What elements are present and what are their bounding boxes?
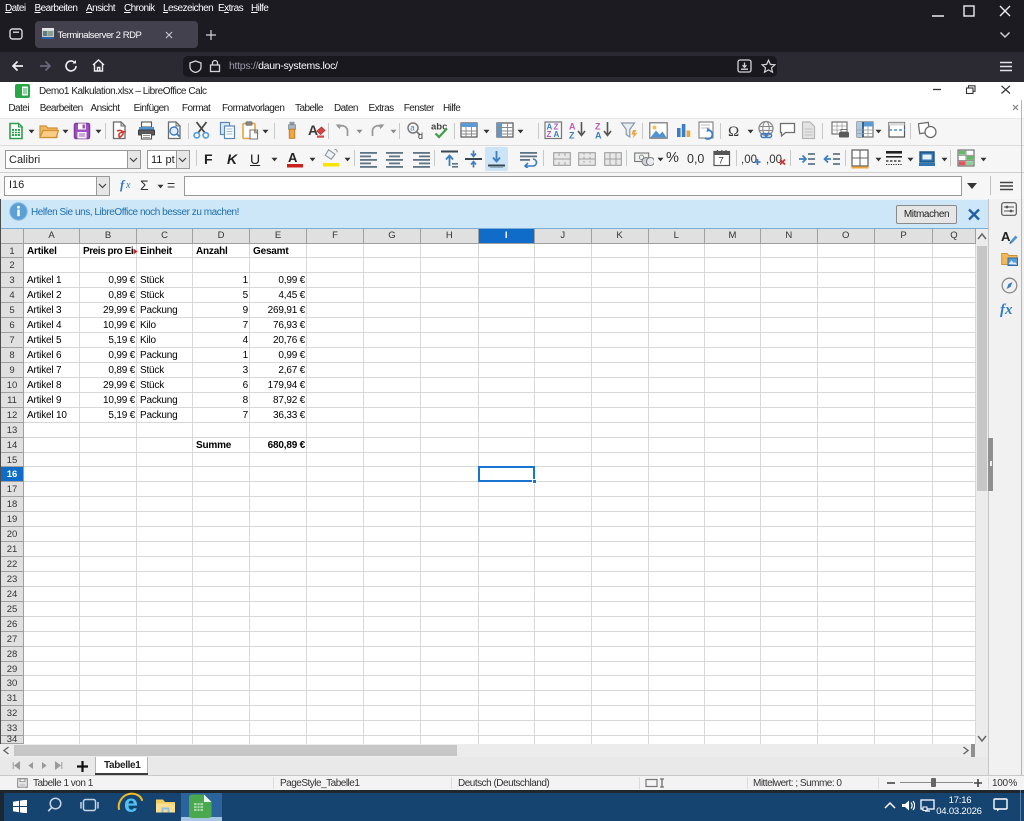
svg-text:7: 7 <box>719 156 724 167</box>
svg-text:A: A <box>288 150 298 165</box>
svg-text:Z: Z <box>547 130 552 139</box>
svg-text:,00: ,00 <box>741 154 757 166</box>
svg-text:A: A <box>1001 229 1011 244</box>
svg-text:A: A <box>554 130 560 139</box>
svg-text:Ω: Ω <box>728 124 739 139</box>
svg-text:a: a <box>410 124 415 133</box>
svg-text:fx: fx <box>1000 302 1013 318</box>
svg-text:d: d <box>418 131 423 140</box>
svg-text:A: A <box>595 131 602 141</box>
svg-text:Z: Z <box>569 131 575 141</box>
svg-text:A: A <box>308 122 318 138</box>
